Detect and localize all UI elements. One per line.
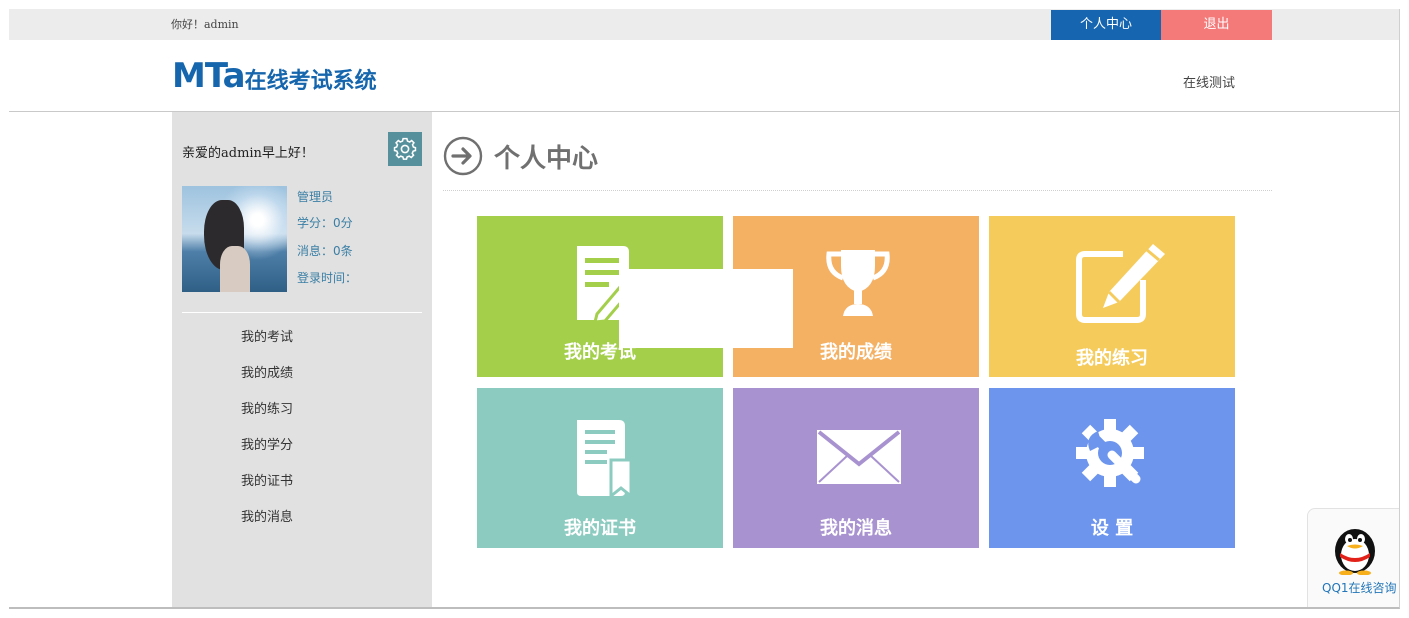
qq-penguin-icon: [1335, 529, 1375, 575]
site-logo[interactable]: MTa在线考试系统: [172, 56, 377, 96]
sidebar-item-my-certificates[interactable]: 我的证书: [241, 471, 293, 507]
logo-mark: MTa: [172, 56, 246, 96]
top-bar: 你好！admin 个人中心 退出: [9, 9, 1399, 40]
avatar[interactable]: [182, 186, 287, 292]
sidebar-item-my-scores[interactable]: 我的成绩: [241, 363, 293, 399]
sidebar-item-my-credits[interactable]: 我的学分: [241, 435, 293, 471]
tile-label: 我的证书: [564, 518, 636, 539]
sidebar-item-my-exams[interactable]: 我的考试: [241, 327, 293, 363]
personal-center-button[interactable]: 个人中心: [1051, 10, 1161, 40]
arrow-right-circle-icon: [443, 136, 483, 176]
header: MTa在线考试系统 在线测试: [9, 40, 1399, 112]
tile-my-certificates[interactable]: 我的证书: [477, 388, 723, 548]
certificate-icon: [577, 420, 633, 498]
nav-online-test[interactable]: 在线测试: [1183, 72, 1235, 91]
user-login-time: 登录时间：: [297, 271, 358, 285]
avatar-body: [220, 246, 250, 292]
user-greeting: 你好！admin: [171, 18, 239, 31]
logout-button[interactable]: 退出: [1161, 10, 1272, 40]
trophy-icon: [826, 250, 890, 316]
sidebar-menu: 我的考试 我的成绩 我的练习 我的学分 我的证书 我的消息: [241, 327, 293, 543]
envelope-icon: [817, 430, 901, 484]
settings-button[interactable]: [388, 132, 422, 166]
user-credits: 学分：0分: [297, 216, 353, 230]
qq-consult-widget[interactable]: QQ1在线咨询: [1307, 508, 1399, 607]
sidebar-item-my-messages[interactable]: 我的消息: [241, 507, 293, 543]
sidebar-item-my-practice[interactable]: 我的练习: [241, 399, 293, 435]
edit-icon: [1076, 244, 1165, 323]
gear-wrench-icon: [1076, 419, 1144, 487]
gear-icon: [393, 137, 417, 160]
tile-label: 设 置: [1090, 518, 1134, 539]
tile-settings[interactable]: 设 置: [989, 388, 1235, 548]
tile-my-practice[interactable]: 我的练习: [989, 216, 1235, 377]
app-window: 你好！admin 个人中心 退出 MTa在线考试系统 在线测试 亲爱的admin…: [9, 9, 1400, 609]
welcome-text: 亲爱的admin早上好！: [182, 146, 314, 161]
tile-label: 我的消息: [820, 518, 892, 539]
watermark: [619, 269, 793, 348]
page-title: 个人中心: [494, 144, 599, 174]
tile-my-messages[interactable]: 我的消息: [733, 388, 979, 548]
logo-text: 在线考试系统: [244, 69, 377, 94]
user-role: 管理员: [297, 190, 334, 204]
user-messages[interactable]: 消息：0条: [297, 242, 353, 259]
sidebar: 亲爱的admin早上好！ 管理员 学分：0分 消息：0条 登录时间： 我的考试 …: [172, 112, 432, 607]
tile-label: 我的练习: [1076, 348, 1148, 369]
sidebar-divider: [182, 312, 422, 313]
title-divider: [443, 190, 1272, 191]
qq-consult-label[interactable]: QQ1在线咨询: [1322, 579, 1397, 596]
